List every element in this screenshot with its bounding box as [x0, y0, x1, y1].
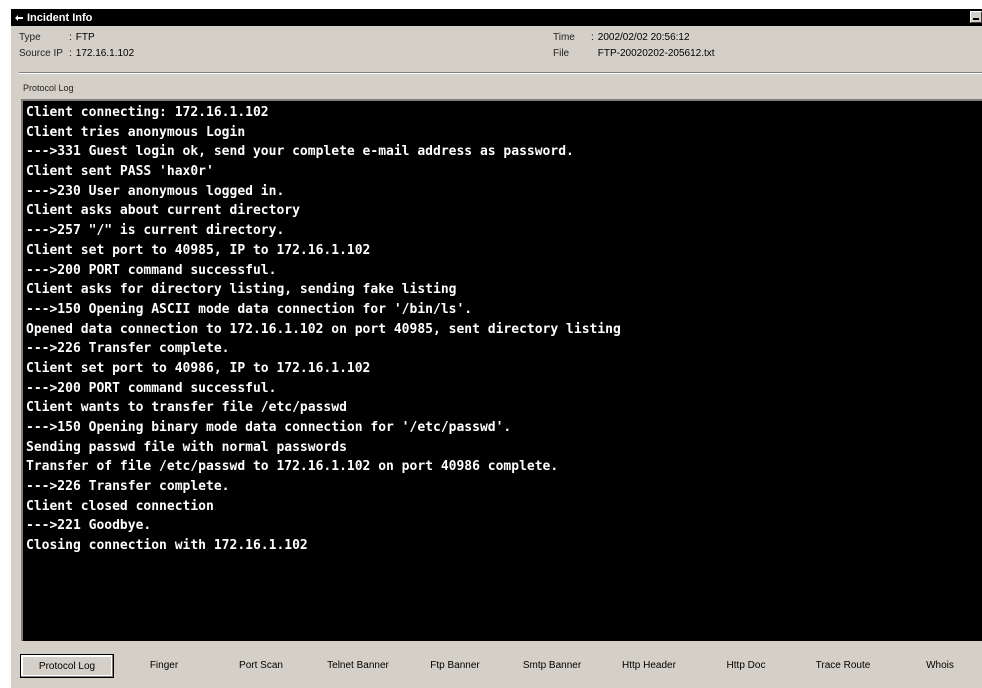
- log-line: Client closed connection: [26, 498, 214, 514]
- source-ip-separator: :: [69, 48, 72, 59]
- file-label: File: [553, 48, 570, 59]
- file-value: FTP-20020202-205612.txt: [597, 48, 715, 59]
- type-separator: :: [69, 32, 72, 43]
- tab-http-header[interactable]: Http Header: [602, 654, 696, 678]
- tab-protocol-log[interactable]: Protocol Log: [20, 654, 114, 678]
- tab-http-doc[interactable]: Http Doc: [699, 654, 793, 678]
- log-line: Client tries anonymous Login: [26, 124, 246, 140]
- minimize-button[interactable]: [970, 11, 982, 23]
- log-line: Client sent PASS 'hax0r': [26, 164, 214, 180]
- tab-telnet-banner[interactable]: Telnet Banner: [311, 654, 405, 678]
- log-line: --->221 Goodbye.: [26, 518, 152, 534]
- time-separator: :: [591, 32, 594, 43]
- log-line: Opened data connection to 172.16.1.102 o…: [26, 321, 621, 337]
- tab-port-scan[interactable]: Port Scan: [214, 654, 308, 678]
- log-line: --->226 Transfer complete.: [26, 479, 230, 495]
- log-line: --->257 "/" is current directory.: [26, 223, 285, 239]
- type-row: Type: FTP: [19, 32, 95, 43]
- tab-ftp-banner[interactable]: Ftp Banner: [408, 654, 502, 678]
- tab-smtp-banner[interactable]: Smtp Banner: [505, 654, 599, 678]
- protocol-log-label: Protocol Log: [23, 83, 74, 93]
- time-value: 2002/02/02 20:56:12: [597, 32, 690, 43]
- log-line: Client wants to transfer file /etc/passw…: [26, 400, 347, 416]
- divider: [19, 72, 982, 74]
- type-label: Type: [19, 32, 41, 43]
- log-line: Client set port to 40986, IP to 172.16.1…: [26, 360, 371, 376]
- log-line: Sending passwd file with normal password…: [26, 439, 347, 455]
- tab-whois[interactable]: Whois: [893, 654, 982, 678]
- window-icon: [14, 13, 24, 23]
- log-line: --->230 User anonymous logged in.: [26, 183, 285, 199]
- log-line: --->150 Opening ASCII mode data connecti…: [26, 301, 473, 317]
- window-title: Incident Info: [27, 11, 93, 24]
- log-line: --->226 Transfer complete.: [26, 341, 230, 357]
- tab-finger[interactable]: Finger: [117, 654, 211, 678]
- incident-info-window: Incident Info Type: FTP Source IP:172.16.…: [10, 8, 982, 688]
- incident-summary: Type: FTP Source IP:172.16.1.102 Time:200…: [11, 27, 982, 75]
- source-ip-label: Source IP: [19, 48, 63, 59]
- source-ip-row: Source IP:172.16.1.102: [19, 48, 134, 59]
- log-line: Client set port to 40985, IP to 172.16.1…: [26, 242, 371, 258]
- log-line: --->200 PORT command successful.: [26, 380, 277, 396]
- type-value: FTP: [75, 32, 95, 43]
- tab-trace-route[interactable]: Trace Route: [796, 654, 890, 678]
- log-line: --->150 Opening binary mode data connect…: [26, 420, 512, 435]
- source-ip-value: 172.16.1.102: [75, 48, 135, 59]
- title-bar[interactable]: Incident Info: [11, 9, 982, 26]
- tab-bar: Protocol Log Finger Port Scan Telnet Banner…: [11, 642, 982, 688]
- log-line: Client asks for directory listing, sendi…: [26, 282, 457, 298]
- file-row: File:FTP-20020202-205612.txt: [553, 48, 715, 59]
- log-line: Transfer of file /etc/passwd to 172.16.1…: [26, 459, 559, 475]
- log-line: Closing connection with 172.16.1.102: [26, 538, 308, 554]
- log-line: --->200 PORT command successful.: [26, 262, 277, 278]
- log-line: Client connecting: 172.16.1.102: [26, 105, 269, 120]
- protocol-log-output[interactable]: Client connecting: 172.16.1.102 Client tr…: [21, 99, 982, 641]
- time-row: Time:2002/02/02 20:56:12: [553, 32, 690, 43]
- log-line: --->331 Guest login ok, send your comple…: [26, 144, 574, 160]
- log-line: Client asks about current directory: [26, 203, 300, 219]
- time-label: Time: [553, 32, 575, 43]
